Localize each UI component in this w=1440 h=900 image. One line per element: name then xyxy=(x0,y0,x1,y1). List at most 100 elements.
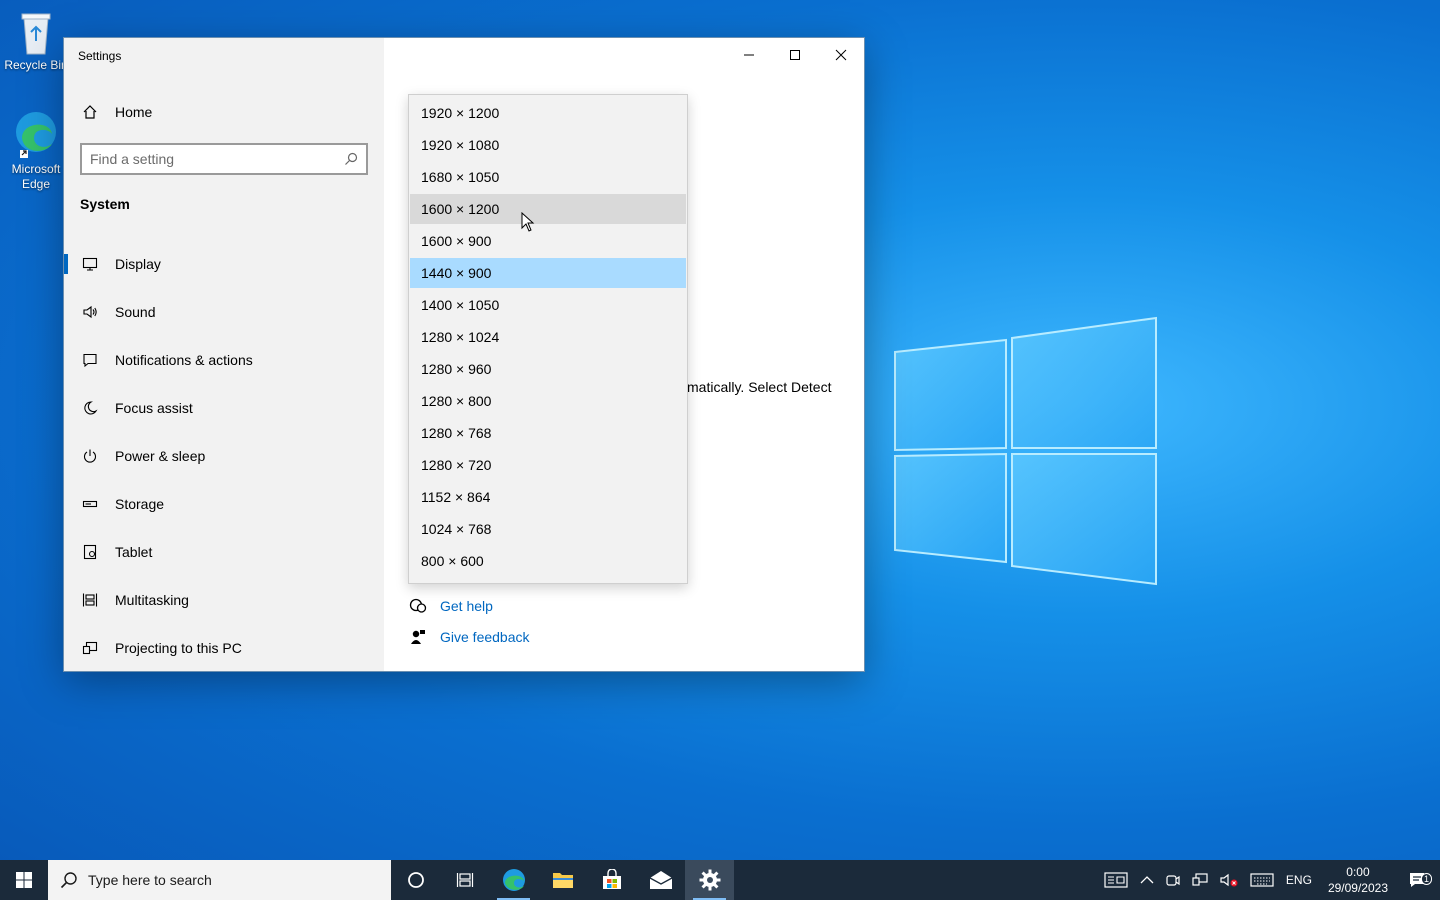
touch-keyboard-button[interactable] xyxy=(1244,873,1280,887)
resolution-option[interactable]: 1152 × 864 xyxy=(410,482,686,512)
desktop-icon-recycle-bin[interactable]: Recycle Bin xyxy=(4,8,68,73)
resolution-option[interactable]: 800 × 600 xyxy=(410,546,686,576)
network-button[interactable] xyxy=(1186,873,1214,887)
news-widget-button[interactable] xyxy=(1098,872,1134,888)
detect-description-text: matically. Select Detect xyxy=(687,379,832,395)
action-center-button[interactable]: 1 xyxy=(1398,871,1440,889)
mouse-cursor-icon xyxy=(521,212,535,232)
sidebar-item-tablet[interactable]: Tablet xyxy=(64,528,384,576)
maximize-button[interactable] xyxy=(772,38,818,72)
file-explorer-button[interactable] xyxy=(538,860,587,900)
search-icon xyxy=(345,152,358,165)
maximize-icon xyxy=(790,50,800,60)
store-button[interactable] xyxy=(587,860,636,900)
search-icon xyxy=(60,871,78,889)
resolution-option[interactable]: 1920 × 1080 xyxy=(410,130,686,160)
sidebar-item-label: Home xyxy=(115,104,153,120)
sidebar-item-projecting[interactable]: Projecting to this PC xyxy=(64,624,384,672)
volume-button[interactable] xyxy=(1214,873,1244,887)
mail-icon xyxy=(649,871,672,889)
mail-button[interactable] xyxy=(636,860,685,900)
resolution-dropdown-list[interactable]: 1920 × 1200 1920 × 1080 1680 × 1050 1600… xyxy=(408,94,688,584)
resolution-option[interactable]: 1920 × 1200 xyxy=(410,98,686,128)
monitor-icon xyxy=(80,256,100,272)
volume-muted-icon xyxy=(1220,873,1238,887)
search-placeholder: Find a setting xyxy=(90,151,175,167)
desktop-icon-label: Microsoft Edge xyxy=(11,162,61,191)
resolution-option[interactable]: 1400 × 1050 xyxy=(410,290,686,320)
minimize-icon xyxy=(744,54,754,56)
projecting-icon xyxy=(80,640,100,656)
get-help-label: Get help xyxy=(440,598,493,614)
sidebar-item-label: Focus assist xyxy=(115,400,193,416)
sidebar-item-power-sleep[interactable]: Power & sleep xyxy=(64,432,384,480)
cortana-button[interactable] xyxy=(391,860,440,900)
edge-icon xyxy=(16,112,56,158)
sidebar-item-home[interactable]: Home xyxy=(64,88,384,136)
taskbar: Type here to search ENG 0:00 29/09/2023 … xyxy=(0,860,1440,900)
start-button[interactable] xyxy=(0,860,48,900)
help-chat-icon xyxy=(408,598,428,614)
sidebar-item-label: Notifications & actions xyxy=(115,352,253,368)
windows-start-icon xyxy=(16,872,32,888)
resolution-option-hovered[interactable]: 1600 × 1200 xyxy=(410,194,686,224)
desktop-icon-label: Recycle Bin xyxy=(4,58,68,72)
input-language-button[interactable]: ENG xyxy=(1280,873,1318,887)
section-title: System xyxy=(80,196,130,212)
task-view-button[interactable] xyxy=(440,860,489,900)
window-controls xyxy=(726,38,864,72)
taskbar-clock[interactable]: 0:00 29/09/2023 xyxy=(1318,864,1398,896)
camera-icon xyxy=(1166,875,1180,886)
recycle-bin-icon xyxy=(21,13,51,55)
moon-icon xyxy=(80,400,100,416)
sidebar-item-storage[interactable]: Storage xyxy=(64,480,384,528)
sidebar: Settings Home Find a setting System Disp… xyxy=(64,38,384,671)
sidebar-item-label: Storage xyxy=(115,496,165,512)
close-button[interactable] xyxy=(818,38,864,72)
sidebar-item-focus-assist[interactable]: Focus assist xyxy=(64,384,384,432)
sidebar-item-label: Sound xyxy=(115,304,156,320)
resolution-option[interactable]: 1600 × 900 xyxy=(410,226,686,256)
resolution-option[interactable]: 1280 × 1024 xyxy=(410,322,686,352)
resolution-option-selected[interactable]: 1440 × 900 xyxy=(410,258,686,288)
desktop-icon-edge[interactable]: Microsoft Edge xyxy=(4,108,68,192)
store-icon xyxy=(602,869,621,889)
minimize-button[interactable] xyxy=(726,38,772,72)
settings-taskbar-button[interactable] xyxy=(685,860,734,900)
home-icon xyxy=(80,104,100,120)
give-feedback-label: Give feedback xyxy=(440,629,530,645)
meet-now-button[interactable] xyxy=(1160,873,1186,887)
taskbar-edge-button[interactable] xyxy=(489,860,538,900)
speaker-icon xyxy=(80,304,100,320)
search-input[interactable]: Find a setting xyxy=(80,143,368,175)
sidebar-item-display[interactable]: Display xyxy=(64,240,384,288)
network-icon xyxy=(1192,873,1208,886)
window-title: Settings xyxy=(78,49,122,63)
sidebar-item-label: Display xyxy=(115,256,161,272)
sidebar-item-sound[interactable]: Sound xyxy=(64,288,384,336)
close-icon xyxy=(835,49,847,61)
resolution-option[interactable]: 1280 × 768 xyxy=(410,418,686,448)
windows-wallpaper-logo xyxy=(894,316,1157,586)
notification-count-badge: 1 xyxy=(1420,873,1432,885)
sidebar-item-notifications[interactable]: Notifications & actions xyxy=(64,336,384,384)
settings-icon xyxy=(699,869,720,891)
taskbar-search-box[interactable]: Type here to search xyxy=(48,860,391,900)
sidebar-item-multitasking[interactable]: Multitasking xyxy=(64,576,384,624)
settings-window: Settings Home Find a setting System Disp… xyxy=(64,38,864,671)
chevron-up-icon xyxy=(1140,876,1154,884)
edge-icon xyxy=(502,869,525,891)
storage-icon xyxy=(80,496,100,512)
resolution-option[interactable]: 1280 × 960 xyxy=(410,354,686,384)
resolution-option[interactable]: 1280 × 720 xyxy=(410,450,686,480)
get-help-link[interactable]: Get help xyxy=(408,598,493,614)
news-icon xyxy=(1104,872,1128,888)
task-view-icon xyxy=(456,873,473,887)
resolution-option[interactable]: 1280 × 800 xyxy=(410,386,686,416)
resolution-option[interactable]: 1680 × 1050 xyxy=(410,162,686,192)
show-hidden-icons-button[interactable] xyxy=(1134,875,1160,885)
resolution-option[interactable]: 1024 × 768 xyxy=(410,514,686,544)
feedback-person-icon xyxy=(408,629,428,645)
cortana-icon xyxy=(407,872,424,888)
give-feedback-link[interactable]: Give feedback xyxy=(408,629,530,645)
